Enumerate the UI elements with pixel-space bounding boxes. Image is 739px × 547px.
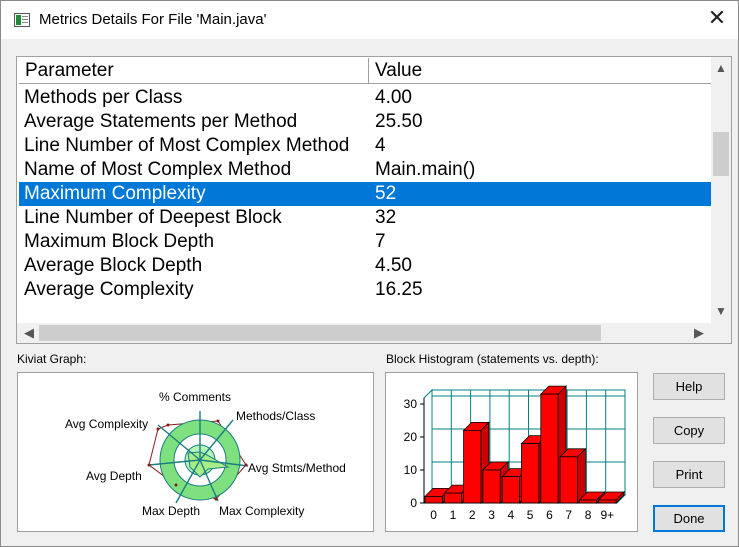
help-button[interactable]: Help <box>653 373 725 400</box>
table-row[interactable]: Average Statements per Method 25.50 <box>19 110 711 134</box>
done-button[interactable]: Done <box>653 505 725 532</box>
scroll-left-icon[interactable]: ◀ <box>19 323 39 343</box>
value-cell: 4 <box>375 135 386 156</box>
column-header-parameter[interactable]: Parameter <box>19 58 369 84</box>
value-cell: Main.main() <box>375 159 476 180</box>
window-title: Metrics Details For File 'Main.java' <box>39 11 267 28</box>
copy-button[interactable]: Copy <box>653 417 725 444</box>
histogram-bar <box>463 430 482 504</box>
vertical-scrollbar[interactable]: ▲ ▼ <box>711 57 731 323</box>
axis-label-avg-stmts: Avg Stmts/Method <box>248 461 346 475</box>
parameter-cell: Name of Most Complex Method <box>24 159 292 180</box>
table-body: Methods per Class 4.00 Average Statements … <box>19 86 711 302</box>
axis-label-max-complexity: Max Complexity <box>219 504 304 518</box>
value-cell: 16.25 <box>375 279 423 300</box>
y-tick-label: 30 <box>404 397 418 411</box>
horizontal-scroll-thumb[interactable] <box>39 325 601 341</box>
x-tick-label: 8 <box>585 508 592 522</box>
value-cell: 4.00 <box>375 87 412 108</box>
histogram-bar <box>598 499 617 504</box>
value-cell: 52 <box>375 183 397 204</box>
table-row[interactable]: Average Block Depth 4.50 <box>19 254 711 278</box>
axis-label-max-depth: Max Depth <box>142 504 200 518</box>
x-tick-label: 0 <box>430 508 437 522</box>
histogram-bar <box>559 456 578 504</box>
parameter-cell: Average Statements per Method <box>24 111 298 132</box>
x-tick-label: 7 <box>565 508 572 522</box>
kiviat-label: Kiviat Graph: <box>17 352 87 366</box>
table-row[interactable]: Name of Most Complex Method Main.main() <box>19 158 711 182</box>
value-cell: 4.50 <box>375 255 412 276</box>
x-tick-label: 2 <box>469 508 476 522</box>
y-tick-label: 20 <box>404 430 418 444</box>
parameter-cell: Maximum Block Depth <box>24 231 215 252</box>
histogram-bar <box>521 443 540 504</box>
metrics-dialog: Metrics Details For File 'Main.java' ✕ P… <box>0 0 739 547</box>
axis-label-comments: % Comments <box>159 390 231 404</box>
table-row[interactable]: Line Number of Deepest Block 32 <box>19 206 711 230</box>
histogram-bar <box>540 393 559 504</box>
table-row[interactable]: Average Complexity 16.25 <box>19 278 711 302</box>
table-row[interactable]: Line Number of Most Complex Method 4 <box>19 134 711 158</box>
parameter-cell: Methods per Class <box>24 87 183 108</box>
histogram-bar <box>578 499 598 504</box>
parameter-cell: Line Number of Most Complex Method <box>24 135 350 156</box>
x-tick-label: 1 <box>450 508 457 522</box>
axis-label-avg-complexity: Avg Complexity <box>65 417 148 431</box>
histogram-panel: 0 10 20 30 0 1 2 3 4 5 6 7 8 9+ <box>385 372 638 532</box>
app-icon <box>14 13 30 27</box>
kiviat-panel: % Comments Methods/Class Avg Stmts/Metho… <box>17 372 374 532</box>
value-cell: 25.50 <box>375 111 423 132</box>
y-tick-label: 0 <box>410 496 417 510</box>
scrollbar-corner <box>711 323 731 343</box>
x-tick-label: 6 <box>546 508 553 522</box>
histogram-left-wall <box>423 388 433 505</box>
scroll-right-icon[interactable]: ▶ <box>689 323 709 343</box>
histogram-bar <box>424 496 443 504</box>
parameter-cell: Line Number of Deepest Block <box>24 207 282 228</box>
value-cell: 7 <box>375 231 386 252</box>
print-button[interactable]: Print <box>653 461 725 488</box>
block-histogram: 01020300 1 2 3 4 5 6 7 8 9+ <box>404 385 627 522</box>
x-tick-label: 9+ <box>601 508 615 522</box>
kiviat-graph: % Comments Methods/Class Avg Stmts/Metho… <box>65 390 346 518</box>
scroll-down-icon[interactable]: ▼ <box>711 302 731 320</box>
axis-label-methods-class: Methods/Class <box>236 409 315 423</box>
x-tick-label: 3 <box>488 508 495 522</box>
table-row[interactable]: Maximum Block Depth 7 <box>19 230 711 254</box>
x-tick-label: 5 <box>527 508 534 522</box>
horizontal-scrollbar[interactable]: ◀ ▶ <box>17 323 711 343</box>
table-header: Parameter Value <box>19 58 711 84</box>
metrics-table: Parameter Value Methods per Class 4.00 Ave… <box>16 56 732 344</box>
close-icon[interactable]: ✕ <box>695 1 739 39</box>
column-header-value[interactable]: Value <box>369 58 711 84</box>
x-tick-label: 4 <box>508 508 515 522</box>
value-cell: 32 <box>375 207 397 228</box>
histogram-bar <box>482 469 501 504</box>
vertical-scroll-thumb[interactable] <box>713 132 729 176</box>
histogram-label: Block Histogram (statements vs. depth): <box>386 352 599 366</box>
table-row[interactable]: Maximum Complexity 52 <box>19 182 711 206</box>
parameter-cell: Average Complexity <box>24 279 194 300</box>
histogram-bar <box>443 492 462 504</box>
histogram-bar <box>501 476 520 504</box>
y-tick-label: 10 <box>404 463 418 477</box>
parameter-cell: Average Block Depth <box>24 255 203 276</box>
table-row[interactable]: Methods per Class 4.00 <box>19 86 711 110</box>
axis-label-avg-depth: Avg Depth <box>86 469 142 483</box>
parameter-cell: Maximum Complexity <box>24 183 206 204</box>
title-bar: Metrics Details For File 'Main.java' ✕ <box>1 1 738 39</box>
scroll-up-icon[interactable]: ▲ <box>711 59 731 77</box>
